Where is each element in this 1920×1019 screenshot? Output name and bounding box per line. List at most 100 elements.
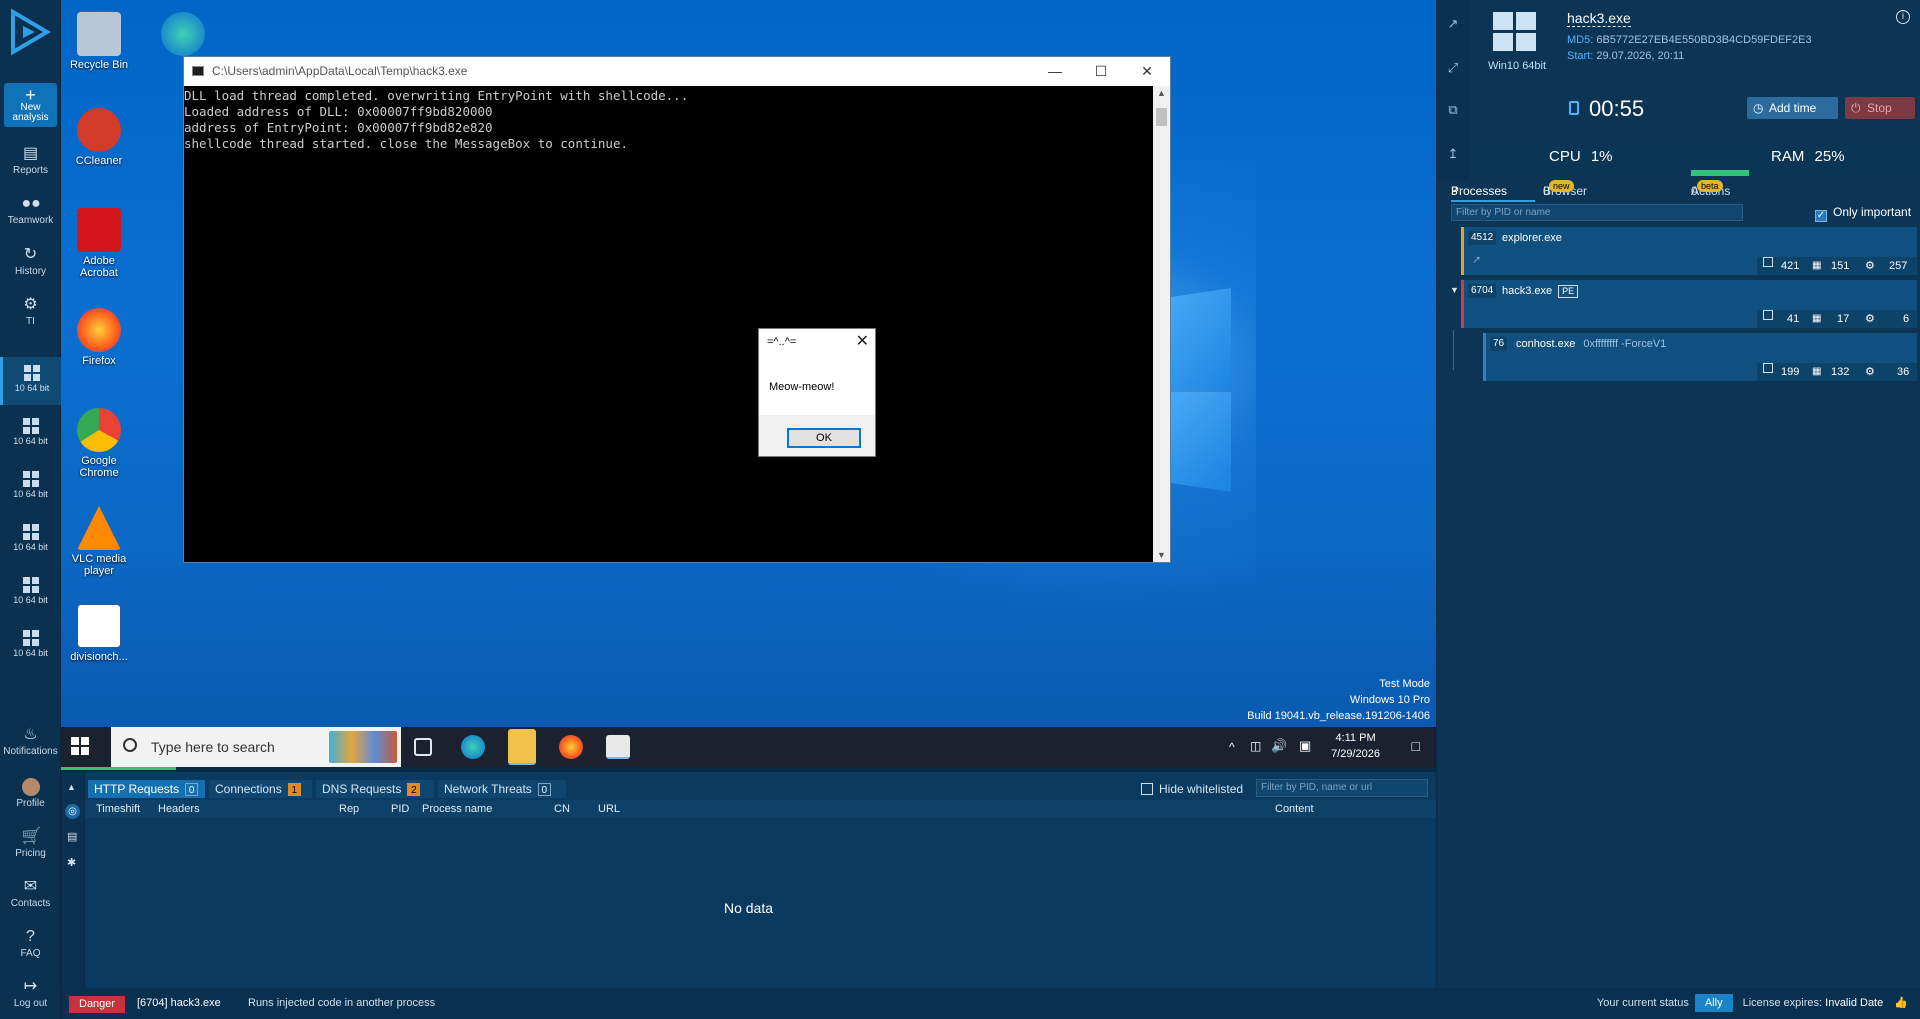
- close-button[interactable]: ✕: [1124, 57, 1170, 86]
- sidebar-item-reports[interactable]: ▤ Reports: [0, 145, 61, 176]
- current-status-badge[interactable]: Ally: [1694, 994, 1733, 1012]
- stat-files: 41: [1787, 313, 1800, 325]
- console-output[interactable]: DLL load thread completed. overwriting E…: [184, 86, 1153, 562]
- scroll-up-icon[interactable]: ▲: [1153, 86, 1170, 100]
- sidebar-item-ti[interactable]: ⚙ TI: [0, 296, 61, 327]
- sidebar-item-profile[interactable]: Profile: [0, 778, 61, 809]
- tab-connections[interactable]: Connections 1: [209, 780, 312, 798]
- vm-desktop[interactable]: Recycle Bin CCleaner Adobe Acrobat Firef…: [61, 0, 1436, 730]
- column-header[interactable]: URL: [598, 800, 620, 818]
- desktop-icon-chrome[interactable]: Google Chrome: [61, 408, 137, 479]
- threat-process[interactable]: [6704] hack3.exe: [137, 988, 221, 1019]
- tray-display-icon[interactable]: ▣: [1299, 738, 1311, 754]
- column-header[interactable]: Rep: [339, 800, 359, 818]
- task-view-icon[interactable]: [414, 738, 432, 756]
- minimize-button[interactable]: —: [1032, 57, 1078, 86]
- ok-button[interactable]: OK: [787, 428, 861, 448]
- sidebar-item-logout[interactable]: ↦ Log out: [0, 978, 61, 1009]
- tab-network-threats[interactable]: Network Threats 0: [438, 780, 566, 798]
- desktop-icon-ccleaner[interactable]: CCleaner: [61, 108, 137, 167]
- file-icon[interactable]: ▤: [67, 830, 77, 843]
- threat-level-badge[interactable]: Danger: [69, 996, 126, 1013]
- console-window[interactable]: C:\Users\admin\AppData\Local\Temp\hack3.…: [183, 56, 1171, 563]
- globe-icon[interactable]: ◎: [65, 804, 80, 819]
- process-filter-input[interactable]: Filter by PID or name: [1451, 204, 1743, 221]
- console-titlebar[interactable]: C:\Users\admin\AppData\Local\Temp\hack3.…: [184, 57, 1170, 86]
- desktop-icon-recycle-bin[interactable]: Recycle Bin: [61, 12, 137, 71]
- desktop-icon-document[interactable]: divisionch...: [61, 604, 137, 663]
- tray-network-icon[interactable]: ◫: [1250, 739, 1261, 753]
- tab-dns-requests[interactable]: DNS Requests 2: [316, 780, 434, 798]
- column-header[interactable]: Headers: [158, 800, 200, 818]
- desktop-icon-firefox[interactable]: Firefox: [61, 308, 137, 367]
- stop-button[interactable]: ⏻ Stop: [1845, 97, 1915, 119]
- upload-icon[interactable]: ↥: [1445, 146, 1461, 162]
- start-button[interactable]: [71, 737, 89, 755]
- only-important-toggle[interactable]: ✓ Only important: [1815, 204, 1911, 222]
- console-taskbar-icon[interactable]: [606, 735, 630, 759]
- info-icon[interactable]: i: [1896, 10, 1910, 24]
- taskbar-clock[interactable]: 4:11 PM 7/29/2026: [1331, 730, 1380, 762]
- thumbs-up-icon[interactable]: 👍: [1894, 988, 1908, 1019]
- process-row-conhost[interactable]: 76 conhost.exe 0xffffffff -ForceV1 199 ▦ …: [1483, 333, 1917, 381]
- message-box-titlebar[interactable]: =^..^= ✕: [759, 329, 875, 355]
- maximize-button[interactable]: ☐: [1078, 57, 1124, 86]
- add-time-button[interactable]: ◷ Add time: [1747, 97, 1838, 119]
- desktop-icon-edge[interactable]: [145, 12, 221, 59]
- process-row-explorer[interactable]: 4512 explorer.exe ➚ 421 ▦ 151 ⚙ 257: [1461, 227, 1917, 275]
- copy-icon[interactable]: ⧉: [1445, 102, 1461, 118]
- console-scrollbar[interactable]: ▲ ▼: [1153, 86, 1170, 562]
- sidebar-session-4[interactable]: 10 64 bit: [0, 516, 61, 564]
- sidebar-item-history[interactable]: ↻ History: [0, 246, 61, 277]
- desktop-icon-acrobat[interactable]: Adobe Acrobat: [61, 208, 137, 279]
- process-pid: 4512: [1468, 231, 1497, 245]
- tray-chevron-up-icon[interactable]: ^: [1229, 740, 1235, 754]
- sidebar-session-5[interactable]: 10 64 bit: [0, 569, 61, 617]
- tab-label: Processes: [1451, 184, 1508, 198]
- new-analysis-button[interactable]: + New analysis: [4, 83, 57, 127]
- search-placeholder: Type here to search: [151, 739, 275, 755]
- scroll-down-icon[interactable]: ▼: [1153, 548, 1170, 562]
- tab-http-requests[interactable]: HTTP Requests 0: [88, 780, 205, 798]
- bug-icon[interactable]: ✱: [67, 856, 76, 869]
- taskbar-search[interactable]: Type here to search: [111, 727, 401, 767]
- sidebar-item-faq[interactable]: ? FAQ: [0, 928, 61, 959]
- column-header[interactable]: Timeshift: [96, 800, 140, 818]
- file-explorer-taskbar-icon[interactable]: [508, 729, 536, 765]
- sidebar-item-notifications[interactable]: ♨ Notifications: [0, 726, 61, 757]
- chevron-down-icon[interactable]: ▼: [1450, 285, 1459, 295]
- edge-taskbar-icon[interactable]: [461, 735, 485, 759]
- hide-whitelisted-checkbox[interactable]: [1141, 783, 1153, 795]
- sidebar-session-2[interactable]: 10 64 bit: [0, 410, 61, 458]
- message-box-title: =^..^=: [767, 336, 797, 348]
- column-header[interactable]: Content: [1275, 800, 1314, 818]
- sidebar-item-teamwork[interactable]: ●● Teamwork: [0, 195, 61, 226]
- fullscreen-icon[interactable]: ⤢: [1445, 60, 1461, 76]
- tray-volume-icon[interactable]: 🔊: [1271, 738, 1287, 754]
- sidebar-item-pricing[interactable]: 🛒 Pricing: [0, 828, 61, 859]
- network-panel-toolbar: ▲ ◎ ▤ ✱: [61, 772, 85, 988]
- task-filename[interactable]: hack3.exe: [1567, 10, 1631, 27]
- column-header[interactable]: PID: [391, 800, 409, 818]
- sidebar-item-contacts[interactable]: ✉ Contacts: [0, 878, 61, 909]
- firefox-taskbar-icon[interactable]: [559, 735, 583, 759]
- message-box[interactable]: =^..^= ✕ Meow-meow! OK: [758, 328, 876, 457]
- sidebar-session-1[interactable]: 10 64 bit: [0, 357, 61, 405]
- desktop-icon-vlc[interactable]: VLC media player: [61, 506, 137, 577]
- anyrun-logo-icon[interactable]: [9, 8, 51, 56]
- open-new-window-icon[interactable]: ↗: [1445, 16, 1461, 32]
- action-center-icon[interactable]: □: [1412, 738, 1420, 754]
- process-row-hack3[interactable]: 6704 hack3.exe PE 41 ▦ 17 ⚙ 6: [1461, 280, 1917, 328]
- close-icon[interactable]: ✕: [856, 329, 869, 355]
- md5-value[interactable]: 6B5772E27EB4E550BD3B4CD59FDEF2E3: [1596, 34, 1811, 46]
- windows-taskbar: Type here to search ^ ◫ 🔊 ▣ 4:11 PM 7/29…: [61, 727, 1436, 767]
- scrollbar-thumb[interactable]: [1156, 108, 1167, 126]
- network-filter-input[interactable]: Filter by PID, name or url: [1256, 779, 1428, 797]
- checkmark-icon[interactable]: ✓: [1815, 210, 1827, 222]
- hide-whitelisted-toggle[interactable]: Hide whitelisted: [1141, 780, 1243, 798]
- column-header[interactable]: CN: [554, 800, 570, 818]
- collapse-icon[interactable]: ▲: [67, 782, 76, 792]
- sidebar-session-6[interactable]: 10 64 bit: [0, 622, 61, 670]
- sidebar-session-3[interactable]: 10 64 bit: [0, 463, 61, 511]
- column-header[interactable]: Process name: [422, 800, 492, 818]
